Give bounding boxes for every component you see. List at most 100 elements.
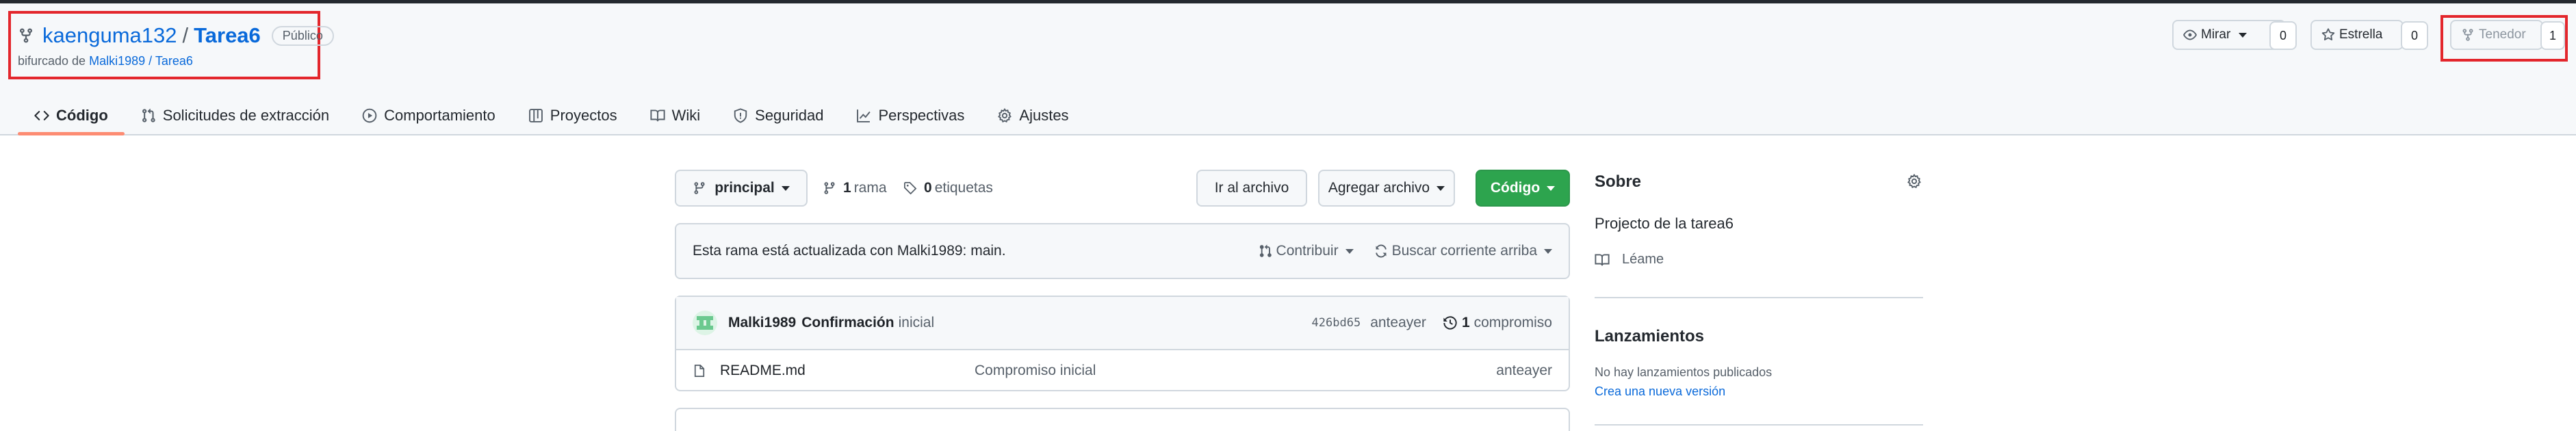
contribute-label: Contribuir	[1276, 243, 1339, 259]
tab-actions-label: Comportamiento	[384, 107, 495, 124]
repo-name-link[interactable]: Tarea6	[194, 23, 261, 48]
repo-fork-icon	[20, 28, 32, 43]
tab-actions[interactable]: Comportamiento	[346, 96, 512, 135]
commit-time: anteayer	[1370, 315, 1426, 330]
commits-count: 1	[1461, 315, 1470, 330]
file-commit-message[interactable]: Compromiso inicial	[975, 363, 1096, 379]
goto-file-button[interactable]: Ir al archivo	[1196, 170, 1307, 207]
commit-message-rest[interactable]: inicial	[899, 315, 935, 331]
branch-name: principal	[714, 180, 775, 196]
repo-separator: /	[182, 23, 189, 47]
chevron-down-icon	[1437, 185, 1445, 191]
fork-button[interactable]: Tenedor	[2450, 20, 2543, 50]
chevron-down-icon	[2239, 32, 2247, 38]
tab-pull-requests-label: Solicitudes de extracción	[162, 107, 330, 124]
fork-count[interactable]: 1	[2540, 21, 2565, 50]
file-name[interactable]: README.md	[720, 363, 975, 379]
branch-icon	[694, 182, 705, 194]
gear-icon	[998, 108, 1012, 123]
tags-label: etiquetas	[934, 180, 993, 196]
commit-hash[interactable]: 426bd65	[1312, 316, 1361, 330]
latest-commit-row: Malki1989 Confirmación inicial 426bd65 a…	[676, 297, 1569, 350]
code-icon	[34, 111, 49, 120]
no-releases-text: No hay lanzamientos publicados	[1595, 365, 1773, 379]
tags-link[interactable]: 0 etiquetas	[903, 177, 993, 200]
branches-link[interactable]: 1 rama	[823, 177, 887, 200]
file-browser: Malki1989 Confirmación inicial 426bd65 a…	[675, 296, 1570, 391]
tab-wiki[interactable]: Wiki	[634, 96, 717, 135]
star-label: Estrella	[2339, 27, 2383, 42]
divider	[1595, 297, 1923, 298]
add-file-label: Agregar archivo	[1328, 180, 1430, 196]
branch-icon	[824, 182, 835, 194]
tab-projects-label: Proyectos	[550, 107, 617, 124]
tab-security-label: Seguridad	[755, 107, 824, 124]
play-icon	[362, 108, 377, 123]
watch-label: Mirar	[2201, 27, 2231, 42]
tab-projects[interactable]: Proyectos	[512, 96, 634, 135]
eye-icon	[2183, 29, 2197, 40]
tab-code-label: Código	[56, 107, 108, 124]
forked-from-line: bifurcado de Malki1989 / Tarea6	[18, 54, 193, 68]
star-button[interactable]: Estrella	[2310, 20, 2404, 50]
create-release-link[interactable]: Crea una nueva versión	[1595, 384, 1725, 399]
star-count[interactable]: 0	[2401, 21, 2428, 50]
code-button[interactable]: Código	[1476, 170, 1570, 207]
readme-box	[675, 408, 1570, 431]
list-item[interactable]: README.md Compromiso inicial anteayer	[676, 350, 1569, 391]
tags-count: 0	[924, 180, 932, 196]
avatar[interactable]	[693, 311, 717, 335]
forked-from-link[interactable]: Malki1989 / Tarea6	[89, 54, 193, 68]
fetch-upstream-label: Buscar corriente arriba	[1391, 243, 1537, 259]
tab-pull-requests[interactable]: Solicitudes de extracción	[125, 96, 346, 135]
chevron-down-icon	[1544, 248, 1552, 254]
tab-insights[interactable]: Perspectivas	[840, 96, 981, 135]
shield-icon	[734, 108, 747, 123]
tab-settings-label: Ajustes	[1019, 107, 1069, 124]
tag-icon	[904, 182, 917, 195]
contribute-dropdown[interactable]: Contribuir	[1259, 243, 1354, 259]
file-time: anteayer	[1496, 363, 1552, 378]
tab-settings[interactable]: Ajustes	[981, 96, 1085, 135]
forked-from-prefix: bifurcado de	[18, 54, 86, 68]
commits-label: compromiso	[1473, 315, 1552, 330]
repo-description: Projecto de la tarea6	[1595, 215, 1734, 232]
tab-security[interactable]: Seguridad	[717, 96, 840, 135]
fork-icon	[2462, 29, 2473, 41]
pull-request-icon	[1259, 244, 1272, 257]
commit-message-bold[interactable]: Confirmación	[801, 315, 894, 331]
sync-icon	[1375, 244, 1387, 258]
fork-label: Tenedor	[2479, 27, 2526, 42]
chevron-down-icon	[1547, 185, 1556, 191]
about-heading: Sobre	[1595, 172, 1642, 191]
watch-count[interactable]: 0	[2269, 21, 2297, 50]
tab-insights-label: Perspectivas	[878, 107, 965, 124]
gear-icon[interactable]	[1907, 174, 1922, 189]
fetch-upstream-dropdown[interactable]: Buscar corriente arriba	[1374, 243, 1552, 259]
tab-wiki-label: Wiki	[671, 107, 701, 124]
branch-select-button[interactable]: principal	[675, 170, 808, 207]
repo-owner-link[interactable]: kaenguma132	[42, 23, 177, 48]
repo-nav-tabs: Código Solicitudes de extracción Comport…	[18, 96, 1085, 135]
readme-link[interactable]: Léame	[1595, 252, 1664, 267]
code-button-label: Código	[1490, 180, 1541, 196]
commits-link[interactable]: 1 compromiso	[1443, 315, 1552, 331]
commit-author[interactable]: Malki1989	[728, 315, 796, 331]
branch-status-text: Esta rama está actualizada con Malki1989…	[693, 243, 1006, 259]
visibility-badge: Público	[271, 25, 334, 46]
star-icon	[2321, 28, 2335, 41]
tab-code[interactable]: Código	[18, 96, 125, 135]
book-icon	[1595, 253, 1610, 265]
history-icon	[1443, 316, 1457, 330]
branch-status-banner: Esta rama está actualizada con Malki1989…	[675, 223, 1570, 279]
chevron-down-icon	[781, 185, 790, 191]
branches-count: 1	[843, 180, 851, 196]
file-icon	[694, 365, 705, 377]
graph-icon	[857, 109, 871, 122]
readme-label: Léame	[1622, 252, 1664, 267]
branches-label: rama	[853, 180, 887, 196]
add-file-button[interactable]: Agregar archivo	[1318, 170, 1455, 207]
table-icon	[528, 109, 543, 122]
chevron-down-icon	[1345, 248, 1354, 254]
releases-heading[interactable]: Lanzamientos	[1595, 327, 1704, 346]
